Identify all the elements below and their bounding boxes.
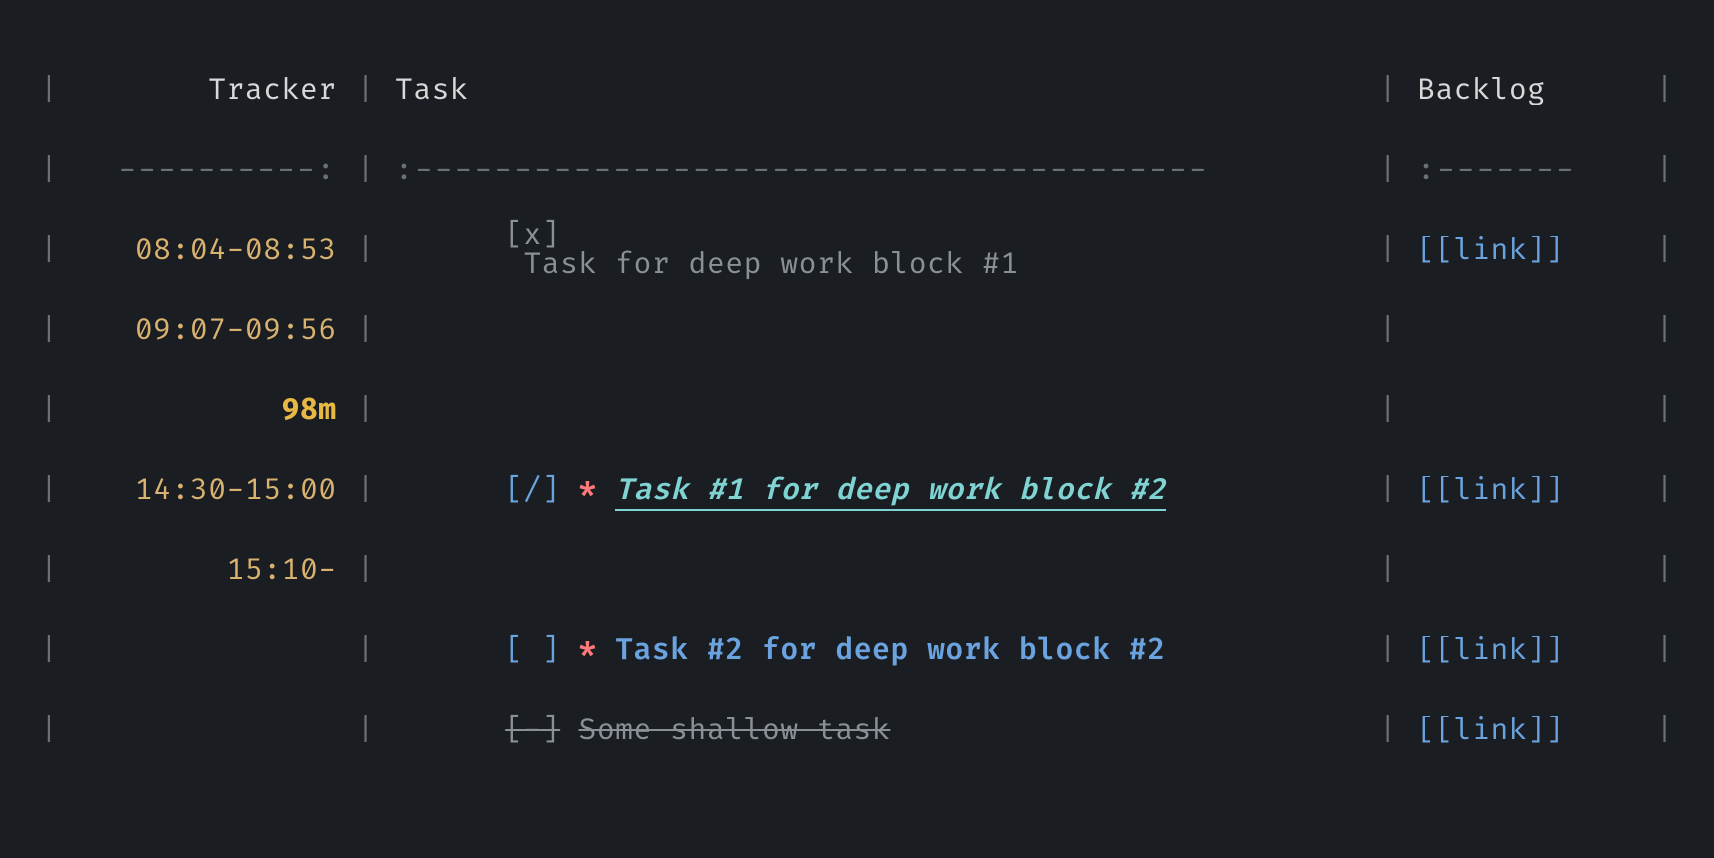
pipe-icon: | (1369, 716, 1407, 745)
table-row[interactable]: | | [-] Some shallow task | [[link]] | (0, 690, 1714, 770)
pipe-icon: | (347, 716, 385, 745)
pipe-icon: | (1646, 476, 1684, 505)
table-row[interactable]: | | [ ] * Task #2 for deep work block #2… (0, 610, 1714, 690)
header-tracker: Tracker (68, 76, 346, 105)
pipe-icon: | (1369, 316, 1407, 345)
task-text: Task #2 for deep work block #2 (615, 632, 1165, 668)
backlog-link[interactable]: [[link]] (1407, 636, 1646, 665)
pipe-icon: | (30, 396, 68, 425)
task-cell: [-] Some shallow task (385, 687, 1369, 774)
pipe-icon: | (1646, 316, 1684, 345)
table-row[interactable]: | 08:04-08:53 | [x] Task for deep work b… (0, 210, 1714, 290)
backlog-link[interactable]: [[link]] (1407, 716, 1646, 745)
pipe-icon: | (30, 156, 68, 185)
pipe-icon: | (1369, 636, 1407, 665)
pipe-icon: | (1369, 156, 1407, 185)
tracker-total: 98m (68, 396, 346, 425)
tracker-cell: 08:04-08:53 (68, 236, 346, 265)
pipe-icon: | (1369, 476, 1407, 505)
checkbox-cancelled-icon[interactable]: [-] (505, 712, 560, 748)
pipe-icon: | (1646, 396, 1684, 425)
priority-star-icon: * (578, 472, 596, 508)
header-task: Task (385, 76, 1369, 105)
pipe-icon: | (1369, 236, 1407, 265)
tracker-cell: 14:30-15:00 (68, 476, 346, 505)
table-row[interactable]: | 15:10- | | | (0, 530, 1714, 610)
table-row[interactable]: | 14:30-15:00 | [/] * Task #1 for deep w… (0, 450, 1714, 530)
pipe-icon: | (347, 636, 385, 665)
tracker-cell: 15:10- (68, 556, 346, 585)
header-backlog: Backlog (1407, 76, 1646, 105)
pipe-icon: | (30, 716, 68, 745)
table-header-row: | Tracker | Task | Backlog | (0, 50, 1714, 130)
pipe-icon: | (30, 636, 68, 665)
task-cell: [/] * Task #1 for deep work block #2 (385, 447, 1369, 534)
task-text-active[interactable]: Task #1 for deep work block #2 (615, 472, 1165, 511)
task-cell: [x] Task for deep work block #1 (385, 192, 1369, 308)
tracker-cell: 09:07-09:56 (68, 316, 346, 345)
markdown-table: | Tracker | Task | Backlog | | ---------… (0, 0, 1714, 770)
priority-star-icon: * (578, 632, 596, 668)
pipe-icon: | (347, 556, 385, 585)
task-text (505, 246, 523, 282)
pipe-icon: | (347, 76, 385, 105)
pipe-icon: | (347, 316, 385, 345)
checkbox-empty-icon[interactable]: [ ] (505, 632, 560, 668)
task-cell: [ ] * Task #2 for deep work block #2 (385, 607, 1369, 694)
pipe-icon: | (1646, 76, 1684, 105)
pipe-icon: | (347, 156, 385, 185)
task-text: Task for deep work block #1 (523, 246, 1018, 282)
pipe-icon: | (1369, 396, 1407, 425)
separator-task: :---------------------------------------… (385, 156, 1369, 185)
pipe-icon: | (347, 396, 385, 425)
pipe-icon: | (347, 476, 385, 505)
pipe-icon: | (1369, 556, 1407, 585)
task-text-cancelled: Some shallow task (578, 712, 890, 748)
separator-backlog: :------- (1407, 156, 1646, 185)
backlog-link[interactable]: [[link]] (1407, 476, 1646, 505)
pipe-icon: | (1369, 76, 1407, 105)
pipe-icon: | (30, 476, 68, 505)
pipe-icon: | (1646, 236, 1684, 265)
separator-tracker: ----------: (68, 156, 346, 185)
pipe-icon: | (1646, 716, 1684, 745)
table-row[interactable]: | 98m | | | (0, 370, 1714, 450)
pipe-icon: | (30, 236, 68, 265)
pipe-icon: | (30, 76, 68, 105)
pipe-icon: | (1646, 556, 1684, 585)
backlog-link[interactable]: [[link]] (1407, 236, 1646, 265)
checkbox-progress-icon[interactable]: [/] (505, 472, 560, 508)
pipe-icon: | (30, 316, 68, 345)
pipe-icon: | (1646, 636, 1684, 665)
pipe-icon: | (30, 556, 68, 585)
pipe-icon: | (347, 236, 385, 265)
pipe-icon: | (1646, 156, 1684, 185)
